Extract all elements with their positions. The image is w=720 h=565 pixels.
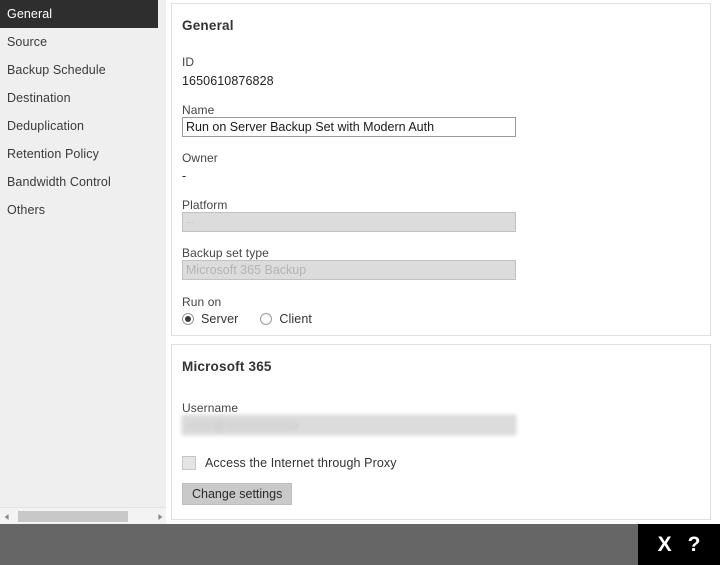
- scroll-left-arrow-icon[interactable]: [0, 508, 13, 525]
- sidebar-item-label: Backup Schedule: [7, 63, 106, 77]
- general-panel: General ID 1650610876828 Name Owner - Pl…: [171, 3, 711, 336]
- checkbox-unchecked-icon[interactable]: [182, 456, 196, 470]
- sidebar-horizontal-scrollbar[interactable]: [0, 507, 166, 525]
- settings-content-area: General ID 1650610876828 Name Owner - Pl…: [166, 0, 720, 525]
- close-icon[interactable]: X: [658, 534, 672, 555]
- run-on-radio-group: Server Client: [182, 312, 312, 326]
- sidebar-item-label: Destination: [7, 91, 71, 105]
- change-settings-button[interactable]: Change settings: [182, 483, 293, 505]
- sidebar-item-general[interactable]: General: [0, 0, 158, 28]
- sidebar-item-deduplication[interactable]: Deduplication: [0, 112, 158, 140]
- proxy-checkbox-row[interactable]: Access the Internet through Proxy: [182, 456, 397, 470]
- radio-unselected-icon: [260, 313, 273, 325]
- run-on-option-label: Client: [279, 312, 312, 326]
- general-panel-title: General: [182, 18, 234, 33]
- sidebar-item-label: Bandwidth Control: [7, 175, 111, 189]
- sidebar-item-label: Retention Policy: [7, 147, 99, 161]
- name-input[interactable]: [182, 117, 516, 137]
- sidebar-item-label: Deduplication: [7, 119, 85, 133]
- run-on-option-server[interactable]: Server: [182, 312, 238, 326]
- sidebar-item-label: Source: [7, 35, 48, 49]
- sidebar-item-label: Others: [7, 203, 46, 217]
- scrollbar-track[interactable]: [13, 508, 153, 525]
- proxy-checkbox-label: Access the Internet through Proxy: [205, 456, 397, 470]
- username-input: [182, 415, 516, 435]
- username-label: Username: [182, 401, 239, 415]
- platform-input: [182, 212, 516, 232]
- owner-label: Owner: [182, 151, 218, 165]
- run-on-option-label: Server: [201, 312, 239, 326]
- bottom-toolbar: X ?: [0, 524, 720, 565]
- id-value: 1650610876828: [182, 74, 274, 88]
- radio-selected-icon: [182, 313, 194, 325]
- backup-set-type-input: [182, 260, 516, 280]
- scroll-right-arrow-icon[interactable]: [153, 508, 166, 525]
- platform-label: Platform: [182, 198, 228, 212]
- help-icon[interactable]: ?: [688, 534, 701, 555]
- sidebar-item-destination[interactable]: Destination: [0, 84, 158, 112]
- sidebar-item-bandwidth-control[interactable]: Bandwidth Control: [0, 168, 158, 196]
- sidebar-item-others[interactable]: Others: [0, 196, 158, 224]
- run-on-option-client[interactable]: Client: [260, 312, 312, 326]
- owner-value: -: [182, 169, 187, 183]
- microsoft365-panel-title: Microsoft 365: [182, 359, 272, 374]
- sidebar-item-label: General: [7, 7, 53, 21]
- scrollbar-thumb[interactable]: [18, 511, 128, 522]
- name-label: Name: [182, 103, 215, 117]
- settings-sidebar: General Source Backup Schedule Destinati…: [0, 0, 166, 525]
- sidebar-item-retention-policy[interactable]: Retention Policy: [0, 140, 158, 168]
- run-on-label: Run on: [182, 295, 222, 309]
- sidebar-item-backup-schedule[interactable]: Backup Schedule: [0, 56, 158, 84]
- sidebar-item-source[interactable]: Source: [0, 28, 158, 56]
- id-label: ID: [182, 55, 195, 69]
- window-tools-group: X ?: [638, 524, 720, 565]
- backup-set-type-label: Backup set type: [182, 246, 269, 260]
- backup-set-settings-window: General Source Backup Schedule Destinati…: [0, 0, 720, 565]
- microsoft365-panel: Microsoft 365 Username Access the Intern…: [171, 344, 711, 520]
